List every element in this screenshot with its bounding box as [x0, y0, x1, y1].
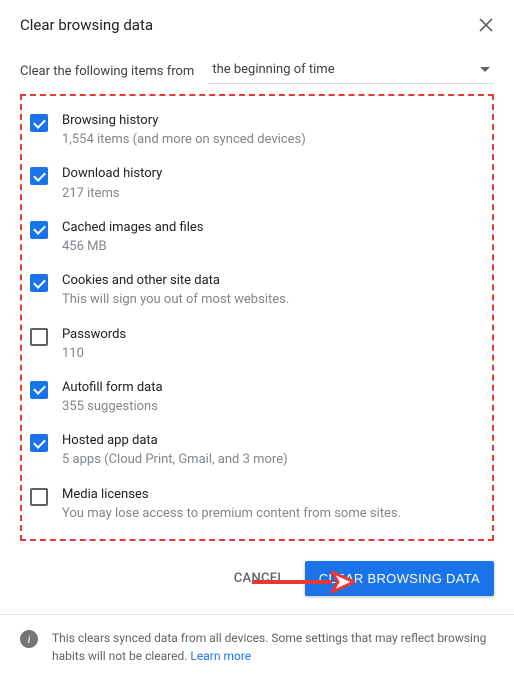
chevron-down-icon [480, 67, 490, 72]
item-label: Browsing history [62, 112, 484, 130]
checkbox[interactable] [30, 167, 48, 185]
learn-more-link[interactable]: Learn more [190, 649, 251, 663]
item-label: Autofill form data [62, 379, 484, 397]
clear-browsing-data-button[interactable]: Clear browsing data [305, 561, 494, 596]
dialog-footer: i This clears synced data from all devic… [0, 614, 514, 679]
close-icon[interactable] [478, 17, 494, 33]
dialog-title: Clear browsing data [20, 16, 153, 34]
item-label: Hosted app data [62, 432, 484, 450]
item-label: Passwords [62, 326, 484, 344]
time-range-label: Clear the following items from [20, 64, 194, 79]
time-range-row: Clear the following items from the begin… [20, 58, 494, 84]
list-item: Download history 217 items [26, 157, 488, 210]
list-item: Hosted app data5 apps (Cloud Print, Gmai… [26, 424, 488, 477]
list-item: Media licensesYou may lose access to pre… [26, 478, 488, 531]
dialog-actions: Cancel Clear browsing data [20, 541, 494, 614]
item-text: Hosted app data5 apps (Cloud Print, Gmai… [62, 432, 484, 469]
checkbox[interactable] [30, 488, 48, 506]
item-label: Cookies and other site data [62, 272, 484, 290]
item-text: Cookies and other site dataThis will sig… [62, 272, 484, 309]
list-item: Cookies and other site dataThis will sig… [26, 264, 488, 317]
time-range-value: the beginning of time [212, 62, 334, 77]
item-text: Passwords110 [62, 326, 484, 363]
item-sublabel: This will sign you out of most websites. [62, 291, 484, 309]
item-sublabel: 110 [62, 345, 484, 363]
dialog-header: Clear browsing data [20, 16, 494, 34]
item-text: Autofill form data355 suggestions [62, 379, 484, 416]
checkbox[interactable] [30, 114, 48, 132]
items-list: Browsing history1,554 items (and more on… [20, 94, 494, 541]
list-item: Browsing history1,554 items (and more on… [26, 104, 488, 157]
cancel-button[interactable]: Cancel [224, 563, 295, 594]
item-text: Cached images and files456 MB [62, 219, 484, 256]
item-label: Media licenses [62, 486, 484, 504]
checkbox[interactable] [30, 328, 48, 346]
checkbox[interactable] [30, 381, 48, 399]
info-icon: i [20, 630, 38, 648]
item-sublabel: 5 apps (Cloud Print, Gmail, and 3 more) [62, 451, 484, 469]
item-text: Download history 217 items [62, 165, 484, 202]
list-item: Autofill form data355 suggestions [26, 371, 488, 424]
item-sublabel: 217 items [62, 185, 484, 203]
item-sublabel: 1,554 items (and more on synced devices) [62, 131, 484, 149]
item-sublabel: 456 MB [62, 238, 484, 256]
item-sublabel: You may lose access to premium content f… [62, 505, 484, 523]
checkbox[interactable] [30, 434, 48, 452]
checkbox[interactable] [30, 221, 48, 239]
item-label: Download history [62, 165, 484, 183]
footer-text: This clears synced data from all devices… [52, 631, 486, 663]
list-item: Cached images and files456 MB [26, 211, 488, 264]
item-text: Browsing history1,554 items (and more on… [62, 112, 484, 149]
item-sublabel: 355 suggestions [62, 398, 484, 416]
item-text: Media licensesYou may lose access to pre… [62, 486, 484, 523]
footer-text-container: This clears synced data from all devices… [52, 629, 494, 665]
item-label: Cached images and files [62, 219, 484, 237]
time-range-select[interactable]: the beginning of time [208, 58, 494, 84]
list-item: Passwords110 [26, 318, 488, 371]
checkbox[interactable] [30, 274, 48, 292]
